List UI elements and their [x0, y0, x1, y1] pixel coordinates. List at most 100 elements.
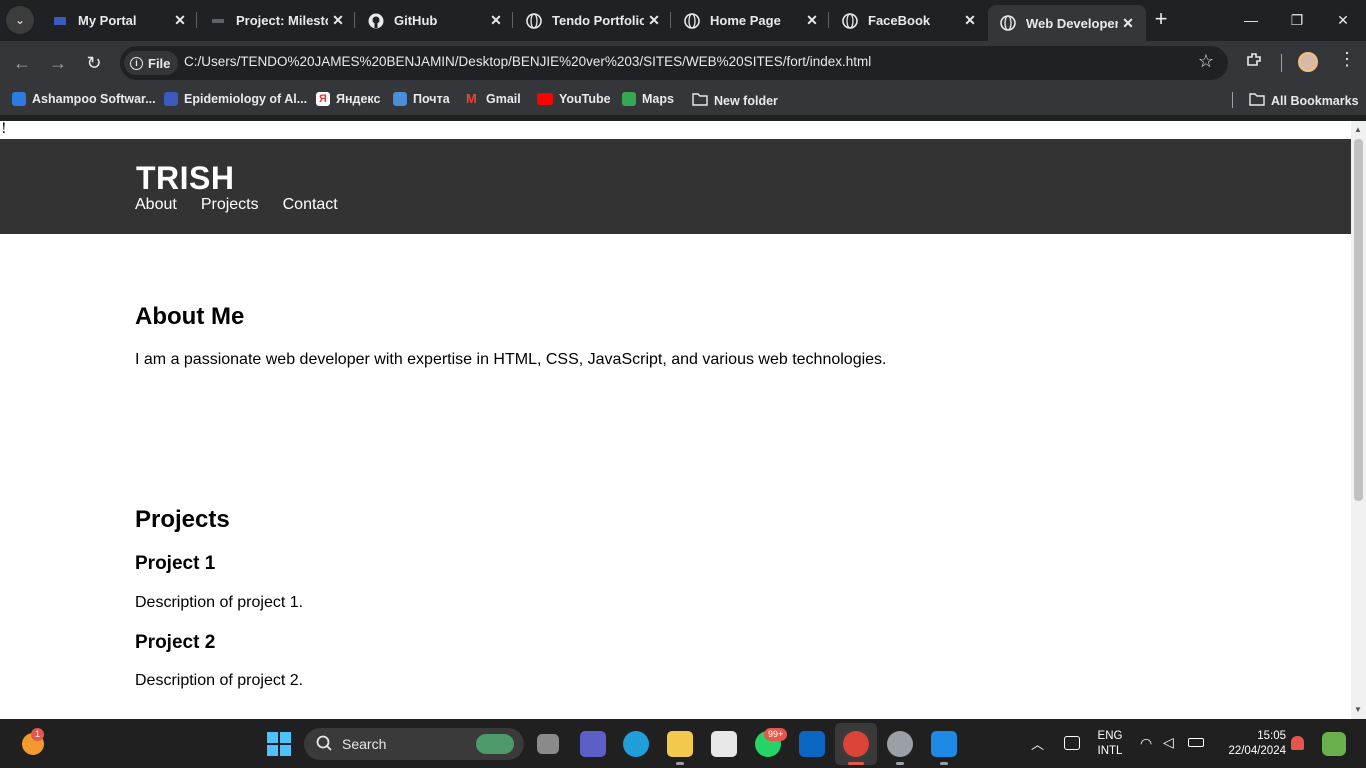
bookmark-youtube[interactable]: YouTube: [537, 92, 611, 106]
close-tab-icon[interactable]: ✕: [802, 12, 822, 29]
wifi-icon[interactable]: ◠: [1140, 735, 1152, 752]
running-indicator: [848, 762, 864, 765]
tab-my-portal[interactable]: My Portal ✕: [40, 6, 198, 35]
tab-search-button[interactable]: ⌄: [6, 6, 34, 34]
tab-separator: [512, 12, 513, 28]
running-indicator: [676, 762, 684, 765]
gmail-icon: M: [466, 91, 477, 106]
turtle-search-highlight-icon: [476, 734, 514, 754]
taskbar: 1 Search 99+ ︿ ENG INTL ◠ ◁ 15:05 22/04/…: [0, 719, 1366, 768]
portal-icon: [52, 13, 68, 29]
chrome-icon[interactable]: [843, 731, 869, 757]
close-tab-icon[interactable]: ✕: [1118, 15, 1138, 32]
bookmark-gmail[interactable]: M Gmail: [466, 91, 521, 107]
document-icon: [164, 92, 178, 106]
bookmark-ashampoo[interactable]: Ashampoo Softwar...: [12, 92, 156, 106]
search-icon: [316, 735, 332, 754]
language-indicator[interactable]: ENG INTL: [1094, 729, 1126, 759]
minimize-button[interactable]: —: [1228, 0, 1274, 40]
about-heading: About Me: [135, 303, 245, 330]
page-scrollbar[interactable]: ▲ ▼: [1351, 121, 1366, 719]
notification-bell-icon[interactable]: [1291, 736, 1304, 750]
volume-icon[interactable]: ◁: [1163, 734, 1174, 751]
new-tab-button[interactable]: +: [1148, 7, 1174, 33]
windows-start-icon[interactable]: [267, 732, 291, 761]
site-header: TRISH About Projects Contact: [0, 139, 1351, 234]
nav-link-contact[interactable]: Contact: [283, 196, 338, 214]
menu-kebab-icon[interactable]: ⋮: [1338, 49, 1356, 70]
settings-gear-icon[interactable]: [887, 731, 913, 757]
all-bookmarks-button[interactable]: All Bookmarks: [1249, 92, 1359, 109]
globe-icon: [1000, 15, 1016, 31]
close-tab-icon[interactable]: ✕: [960, 12, 980, 29]
yandex-icon: Я: [316, 92, 330, 106]
forward-button[interactable]: →: [44, 49, 72, 77]
maps-icon: [622, 92, 636, 106]
nav-link-projects[interactable]: Projects: [201, 196, 259, 214]
address-bar[interactable]: i File C:/Users/TENDO%20JAMES%20BENJAMIN…: [120, 46, 1228, 80]
project-icon: [210, 13, 226, 29]
linkedin-icon[interactable]: [799, 731, 825, 757]
taskbar-search-box[interactable]: Search: [304, 728, 524, 760]
restore-button[interactable]: ❐: [1274, 0, 1320, 40]
url-text[interactable]: C:/Users/TENDO%20JAMES%20BENJAMIN/Deskto…: [184, 54, 871, 69]
bookmark-yandex[interactable]: Я Яндекс: [316, 92, 380, 106]
tab-web-developer[interactable]: Web Developer ✕: [988, 5, 1146, 41]
bookmark-pochta[interactable]: Почта: [393, 92, 450, 106]
bookmark-epidemiology[interactable]: Epidemiology of Al...: [164, 92, 307, 106]
project-description: Description of project 2.: [135, 672, 304, 689]
youtube-icon: [537, 93, 553, 105]
tab-home-page[interactable]: Home Page ✕: [672, 6, 830, 35]
clock[interactable]: 15:05 22/04/2024: [1216, 729, 1286, 759]
file-explorer-icon[interactable]: [667, 731, 693, 757]
mail-icon: [393, 92, 407, 106]
stray-character: !: [1, 121, 7, 137]
close-tab-icon[interactable]: ✕: [328, 12, 348, 29]
nav-link-about[interactable]: About: [135, 196, 177, 214]
tab-tendo-portfolio[interactable]: Tendo Portfolio ✕: [514, 6, 672, 35]
back-button[interactable]: ←: [8, 49, 36, 77]
whatsapp-badge: 99+: [764, 728, 788, 741]
scroll-up-icon[interactable]: ▲: [1354, 125, 1362, 134]
globe-icon: [684, 12, 700, 29]
bookmark-maps[interactable]: Maps: [622, 92, 674, 106]
bookmark-new-folder[interactable]: New folder: [692, 92, 778, 109]
extensions-icon[interactable]: [1245, 51, 1263, 74]
tab-strip: ⌄ My Portal ✕ Project: Milestone ✕ GitHu…: [0, 0, 1366, 41]
site-info-chip[interactable]: i File: [124, 51, 179, 75]
about-text: I am a passionate web developer with exp…: [135, 351, 887, 368]
edge-icon[interactable]: [623, 731, 649, 757]
chevron-down-icon: ⌄: [14, 13, 26, 27]
globe-icon: [526, 12, 542, 29]
close-window-button[interactable]: ✕: [1320, 0, 1366, 40]
info-icon: i: [130, 56, 143, 70]
folder-icon: [1249, 92, 1265, 109]
close-tab-icon[interactable]: ✕: [644, 12, 664, 29]
copilot-icon[interactable]: [1322, 732, 1346, 756]
bookmark-star-icon[interactable]: ☆: [1198, 51, 1214, 72]
battery-icon[interactable]: [1188, 738, 1204, 747]
close-tab-icon[interactable]: ✕: [486, 12, 506, 29]
profile-avatar[interactable]: [1298, 52, 1318, 72]
vscode-icon[interactable]: [931, 731, 957, 757]
close-tab-icon[interactable]: ✕: [170, 12, 190, 29]
globe-icon: [842, 12, 858, 29]
site-nav: About Projects Contact: [135, 196, 338, 214]
scroll-down-icon[interactable]: ▼: [1354, 705, 1362, 714]
bookmarks-bar: Ashampoo Softwar... Epidemiology of Al..…: [0, 85, 1366, 115]
running-indicator: [940, 762, 948, 765]
show-hidden-icons-icon[interactable]: ︿: [1031, 734, 1044, 753]
projects-heading: Projects: [135, 506, 230, 533]
tab-github[interactable]: GitHub ✕: [356, 6, 514, 35]
tab-facebook[interactable]: FaceBook ✕: [830, 6, 988, 35]
project-description: Description of project 1.: [135, 594, 304, 611]
teams-icon[interactable]: [580, 731, 606, 757]
tab-project-milestone[interactable]: Project: Milestone ✕: [198, 6, 356, 35]
microsoft-store-icon[interactable]: [711, 731, 737, 757]
task-view-icon[interactable]: [537, 734, 559, 754]
scrollbar-thumb[interactable]: [1354, 139, 1363, 501]
folder-icon: [692, 92, 708, 109]
reload-button[interactable]: ↻: [80, 49, 108, 77]
tab-separator: [828, 12, 829, 28]
onedrive-offline-icon[interactable]: [1064, 736, 1080, 750]
